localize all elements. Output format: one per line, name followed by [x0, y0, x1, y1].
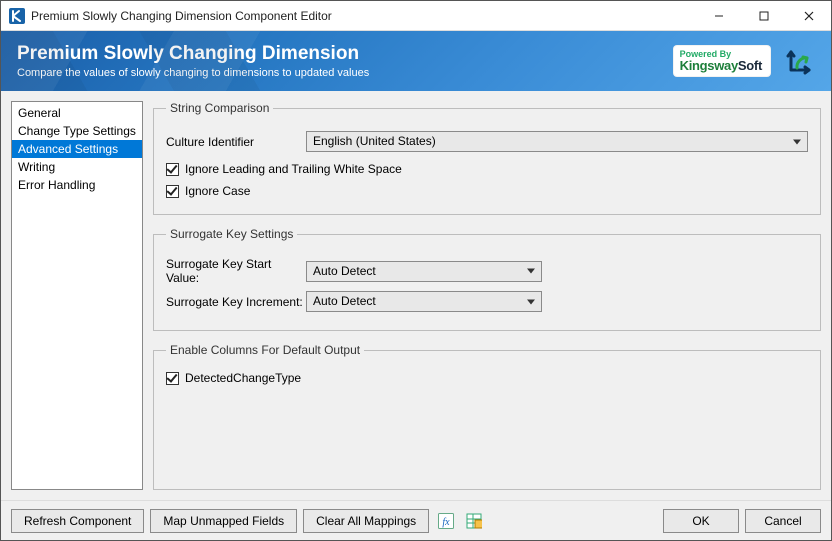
group-string-comparison: String Comparison Culture Identifier Eng…: [153, 101, 821, 215]
detected-change-type-label: DetectedChangeType: [185, 371, 301, 385]
culture-identifier-dropdown[interactable]: English (United States): [306, 131, 808, 152]
app-icon: [9, 8, 25, 24]
legend-string-comparison: String Comparison: [166, 101, 273, 115]
refresh-component-button[interactable]: Refresh Component: [11, 509, 144, 533]
brand-name: KingswaySoft: [680, 59, 762, 72]
banner-right: Powered By KingswaySoft: [673, 45, 815, 77]
checkbox-icon: [166, 163, 179, 176]
footer: Refresh Component Map Unmapped Fields Cl…: [1, 500, 831, 540]
surrogate-increment-label: Surrogate Key Increment:: [166, 295, 306, 309]
window-title: Premium Slowly Changing Dimension Compon…: [31, 9, 696, 23]
content: General Change Type Settings Advanced Se…: [1, 91, 831, 500]
surrogate-increment-dropdown[interactable]: Auto Detect: [306, 291, 542, 312]
surrogate-start-label: Surrogate Key Start Value:: [166, 257, 306, 285]
sidebar-item-writing[interactable]: Writing: [12, 158, 142, 176]
sidebar: General Change Type Settings Advanced Se…: [11, 101, 143, 490]
close-button[interactable]: [786, 1, 831, 31]
ignore-whitespace-label: Ignore Leading and Trailing White Space: [185, 162, 402, 176]
titlebar: Premium Slowly Changing Dimension Compon…: [1, 1, 831, 31]
group-enable-columns: Enable Columns For Default Output Detect…: [153, 343, 821, 490]
legend-surrogate-key: Surrogate Key Settings: [166, 227, 297, 241]
expression-fx-icon[interactable]: fx: [435, 510, 457, 532]
ok-button[interactable]: OK: [663, 509, 739, 533]
maximize-button[interactable]: [741, 1, 786, 31]
surrogate-start-dropdown[interactable]: Auto Detect: [306, 261, 542, 282]
sidebar-item-change-type-settings[interactable]: Change Type Settings: [12, 122, 142, 140]
ignore-whitespace-checkbox[interactable]: Ignore Leading and Trailing White Space: [166, 162, 402, 176]
group-surrogate-key: Surrogate Key Settings Surrogate Key Sta…: [153, 227, 821, 331]
component-logo-icon: [785, 46, 815, 76]
cancel-button[interactable]: Cancel: [745, 509, 821, 533]
culture-identifier-label: Culture Identifier: [166, 135, 306, 149]
clear-all-mappings-button[interactable]: Clear All Mappings: [303, 509, 429, 533]
minimize-button[interactable]: [696, 1, 741, 31]
checkbox-icon: [166, 372, 179, 385]
sidebar-item-general[interactable]: General: [12, 104, 142, 122]
banner-subheading: Compare the values of slowly changing to…: [17, 67, 369, 79]
culture-identifier-value: English (United States): [313, 134, 436, 148]
checkbox-icon: [166, 185, 179, 198]
powered-by-badge: Powered By KingswaySoft: [673, 45, 771, 77]
banner: Premium Slowly Changing Dimension Compar…: [1, 31, 831, 91]
legend-enable-columns: Enable Columns For Default Output: [166, 343, 364, 357]
main-panel: String Comparison Culture Identifier Eng…: [153, 101, 821, 490]
map-unmapped-fields-button[interactable]: Map Unmapped Fields: [150, 509, 297, 533]
window-controls: [696, 1, 831, 31]
surrogate-start-value: Auto Detect: [313, 264, 376, 278]
svg-text:fx: fx: [443, 517, 451, 528]
sidebar-item-advanced-settings[interactable]: Advanced Settings: [12, 140, 142, 158]
surrogate-increment-value: Auto Detect: [313, 294, 376, 308]
properties-grid-icon[interactable]: [463, 510, 485, 532]
ignore-case-checkbox[interactable]: Ignore Case: [166, 184, 250, 198]
ignore-case-label: Ignore Case: [185, 184, 250, 198]
sidebar-item-error-handling[interactable]: Error Handling: [12, 176, 142, 194]
banner-text: Premium Slowly Changing Dimension Compar…: [17, 43, 369, 79]
banner-heading: Premium Slowly Changing Dimension: [17, 43, 369, 65]
detected-change-type-checkbox[interactable]: DetectedChangeType: [166, 371, 301, 385]
